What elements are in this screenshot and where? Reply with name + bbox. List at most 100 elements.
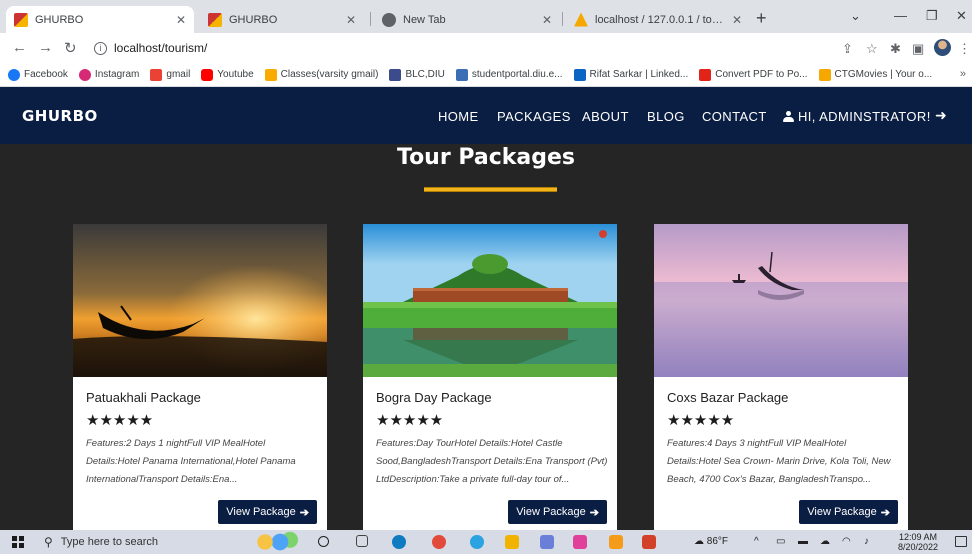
rating-stars: ★★★★★	[376, 412, 444, 429]
site-favicon-icon	[208, 12, 222, 27]
more-bookmarks-icon[interactable]: »	[960, 68, 966, 80]
bookmark-item[interactable]: Instagram	[78, 68, 139, 81]
view-package-button[interactable]: View Package ➔	[508, 500, 607, 524]
section-title: Tour Packages	[396, 145, 576, 170]
browser-tab[interactable]: localhost / 127.0.0.1 / tourism_d ✕	[566, 6, 750, 33]
network-icon[interactable]: ▭	[776, 536, 785, 547]
arrow-right-icon: ➔	[589, 506, 599, 519]
system-clock[interactable]: 12:09 AM 8/20/2022	[898, 532, 938, 552]
package-title: Bogra Day Package	[376, 390, 492, 405]
site-info-icon[interactable]: i	[94, 41, 107, 55]
package-image	[654, 224, 908, 377]
taskbar-search-box[interactable]: ⚲ Type here to search	[44, 532, 266, 552]
nav-contact[interactable]: CONTACT	[702, 109, 767, 124]
restore-icon[interactable]: ❐	[926, 8, 938, 24]
clock-time: 12:09 AM	[899, 532, 938, 542]
new-tab-button[interactable]: +	[756, 8, 767, 29]
package-card: Coxs Bazar Package ★★★★★ Features:4 Days…	[654, 224, 908, 530]
search-icon: ⚲	[44, 535, 53, 549]
bookmark-item[interactable]: Rifat Sarkar | Linked...	[573, 68, 688, 81]
nav-blog[interactable]: BLOG	[647, 109, 685, 124]
user-icon	[783, 111, 794, 122]
blc-icon	[389, 68, 402, 81]
address-bar[interactable]: i localhost/tourism/	[94, 37, 834, 59]
file-explorer-icon[interactable]	[505, 535, 519, 549]
weather-icon: ☁	[694, 536, 704, 547]
profile-avatar[interactable]	[934, 39, 951, 56]
share-icon[interactable]: ⇪	[842, 41, 853, 57]
tab-search-icon[interactable]: ⌄	[850, 8, 861, 24]
volume-icon[interactable]: ♪	[864, 536, 869, 547]
bookmark-item[interactable]: CTGMovies | Your o...	[818, 68, 932, 81]
bookmark-item[interactable]: Youtube	[201, 68, 254, 81]
logout-icon[interactable]: ➜	[935, 107, 947, 124]
arrow-right-icon: ➔	[880, 506, 890, 519]
package-image	[73, 224, 327, 377]
package-title: Coxs Bazar Package	[667, 390, 789, 405]
close-tab-icon[interactable]: ✕	[346, 13, 356, 27]
user-greeting: HI, ADMINSTRATOR!	[798, 109, 931, 124]
close-tab-icon[interactable]: ✕	[176, 13, 186, 27]
close-tab-icon[interactable]: ✕	[542, 13, 552, 27]
app-icon[interactable]	[573, 535, 587, 549]
task-view-icon[interactable]	[356, 535, 368, 547]
package-description: Features:4 Days 3 nightFull VIP MealHote…	[667, 438, 891, 485]
brand-logo[interactable]: GHURBO	[22, 107, 98, 125]
clock-date: 8/20/2022	[898, 542, 939, 552]
telegram-icon[interactable]	[470, 535, 484, 549]
bookmark-item[interactable]: Classes(varsity gmail)	[264, 68, 378, 81]
close-tab-icon[interactable]: ✕	[732, 13, 742, 27]
notification-icon[interactable]	[955, 536, 967, 547]
weather-widget[interactable]: ☁ 86°F	[694, 536, 728, 547]
nav-user-account[interactable]: HI, ADMINSTRATOR!	[783, 109, 931, 124]
classroom-icon	[264, 68, 277, 81]
url-text: localhost/tourism/	[114, 41, 208, 55]
forward-icon[interactable]: →	[38, 39, 53, 56]
movies-icon	[818, 68, 831, 81]
bookmark-star-icon[interactable]: ☆	[866, 41, 878, 57]
menu-icon[interactable]: ⋮	[958, 41, 971, 57]
browser-tab[interactable]: GHURBO ✕	[200, 6, 364, 33]
battery-icon[interactable]: ▬	[798, 536, 808, 547]
browser-tab-strip: GHURBO ✕ GHURBO ✕ New Tab ✕ localhost / …	[0, 0, 972, 33]
search-highlight-icon[interactable]	[250, 531, 300, 553]
facebook-icon	[8, 68, 20, 81]
package-image	[363, 224, 617, 377]
windows-start-icon[interactable]	[12, 536, 24, 548]
edge-icon[interactable]	[392, 535, 406, 549]
windows-taskbar: ⚲ Type here to search ☁ 86°F ^ ▭ ▬ ☁ ◠ ♪…	[0, 530, 972, 554]
chrome-taskbar-icon[interactable]	[432, 535, 446, 549]
cloud-icon[interactable]: ☁	[820, 536, 830, 547]
package-title: Patuakhali Package	[86, 390, 201, 405]
view-package-button[interactable]: View Package ➔	[218, 500, 317, 524]
bookmark-item[interactable]: Facebook	[8, 68, 68, 81]
bookmark-item[interactable]: gmail	[150, 68, 190, 81]
bookmark-item[interactable]: studentportal.diu.e...	[455, 68, 563, 81]
linkedin-icon	[573, 68, 586, 81]
cortana-icon[interactable]	[318, 536, 329, 547]
browser-tab[interactable]: New Tab ✕	[374, 6, 560, 33]
browser-toolbar: ← → ↻ i localhost/tourism/ ⇪ ☆ ✱ ▣ ⋮	[0, 33, 972, 63]
bookmark-item[interactable]: Convert PDF to Po...	[699, 68, 808, 81]
close-window-icon[interactable]: ✕	[956, 8, 967, 24]
portal-icon	[455, 68, 468, 81]
reload-icon[interactable]: ↻	[64, 39, 77, 57]
bookmark-item[interactable]: BLC,DIU	[389, 68, 445, 81]
sublime-icon[interactable]	[609, 535, 623, 549]
wifi-icon[interactable]: ◠	[842, 536, 851, 547]
nav-about[interactable]: ABOUT	[582, 109, 629, 124]
side-panel-icon[interactable]: ▣	[912, 41, 924, 57]
extensions-icon[interactable]: ✱	[890, 41, 901, 57]
tray-chevron-icon[interactable]: ^	[754, 536, 759, 547]
package-description: Features:2 Days 1 nightFull VIP MealHote…	[86, 438, 296, 485]
powerpoint-icon[interactable]	[642, 535, 656, 549]
package-card: Bogra Day Package ★★★★★ Features:Day Tou…	[363, 224, 617, 530]
back-icon[interactable]: ←	[12, 39, 27, 56]
nav-packages[interactable]: PACKAGES	[497, 109, 571, 124]
minimize-icon[interactable]: —	[894, 8, 907, 23]
nav-home[interactable]: HOME	[438, 109, 479, 124]
app-icon[interactable]	[540, 535, 554, 549]
browser-tab[interactable]: GHURBO ✕	[6, 6, 194, 33]
view-package-button[interactable]: View Package ➔	[799, 500, 898, 524]
chrome-icon	[382, 12, 396, 27]
